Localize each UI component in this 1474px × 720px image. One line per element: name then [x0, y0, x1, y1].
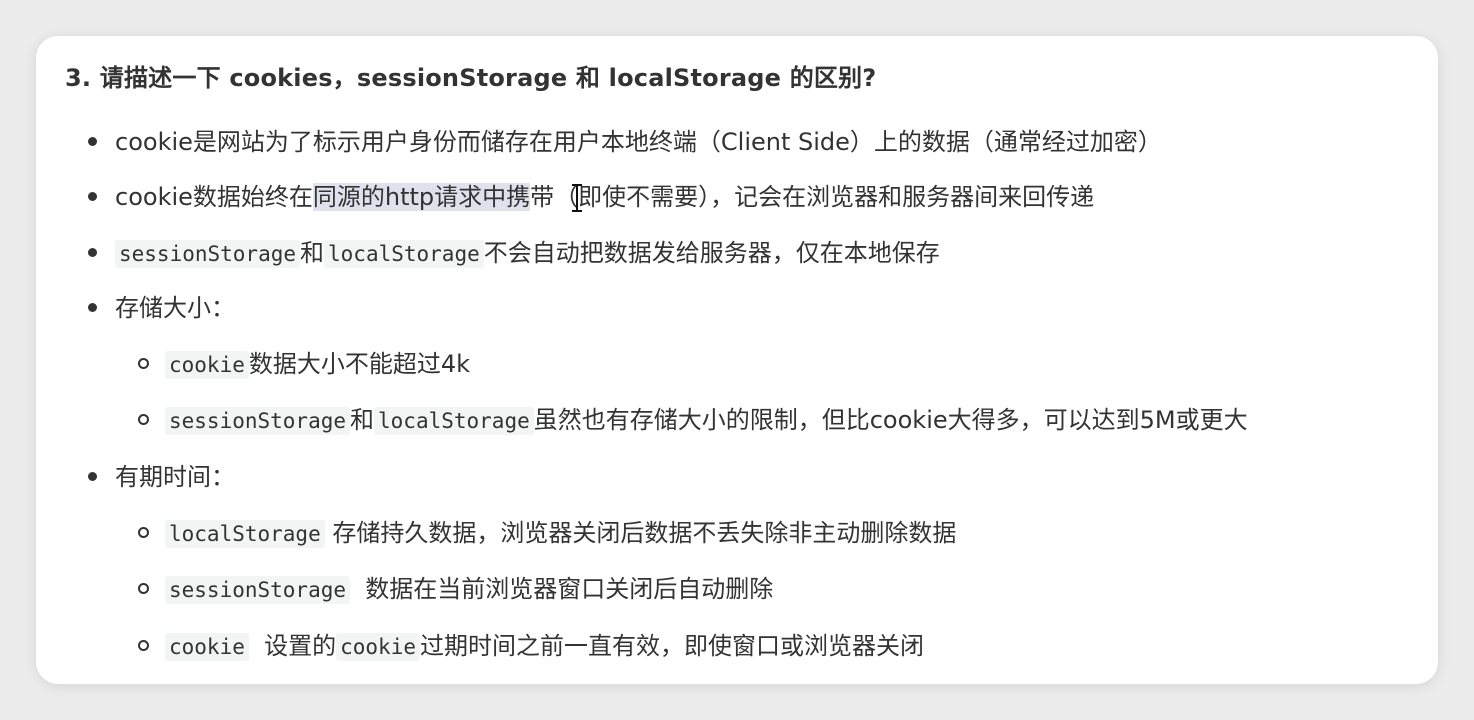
- item-text: 有期时间：: [115, 463, 235, 491]
- list-item-expiration: 有期时间：: [88, 459, 235, 495]
- item-text: 数据大小不能超过4k: [248, 350, 471, 378]
- inline-code: cookie: [165, 633, 249, 661]
- inline-code: cookie: [165, 351, 249, 379]
- inline-code: sessionStorage: [165, 407, 351, 435]
- item-text: 不会自动把数据发给服务器，仅在本地保存: [483, 239, 940, 267]
- circle-bullet-icon: [138, 640, 149, 651]
- item-text: 存储大小：: [115, 294, 235, 322]
- sub-item-cookie-expiry: cookie 设置的 cookie 过期时间之前一直有效，即使窗口或浏览器关闭: [138, 628, 924, 664]
- inline-code: cookie: [336, 633, 420, 661]
- item-text: 和: [350, 406, 375, 434]
- inline-code: sessionStorage: [115, 240, 301, 268]
- question-heading: 3. 请描述一下 cookies，sessionStorage 和 localS…: [65, 64, 877, 92]
- inline-code: localStorage: [165, 520, 325, 548]
- bullet-icon: [88, 192, 97, 201]
- list-item-storage-size: 存储大小：: [88, 290, 235, 326]
- text-cursor-icon: [572, 184, 582, 212]
- inline-code: sessionStorage: [165, 576, 351, 604]
- item-text: 存储持久数据，浏览器关闭后数据不丢失除非主动删除数据: [324, 519, 957, 547]
- sub-item-localstorage-expiry: localStorage 存储持久数据，浏览器关闭后数据不丢失除非主动删除数据: [138, 515, 957, 551]
- item-text: 虽然也有存储大小的限制，但比cookie大得多，可以达到5M或更大: [533, 406, 1248, 434]
- list-item-cookie-transfer: cookie数据始终在同源的http请求中携带（即使不需要），记会在浏览器和服务…: [88, 179, 1095, 215]
- list-item-storage-local: sessionStorage 和 localStorage 不会自动把数据发给服务器，…: [88, 235, 940, 271]
- bullet-icon: [88, 472, 97, 481]
- bullet-icon: [88, 137, 97, 146]
- sub-item-storage-size: sessionStorage 和 localStorage 虽然也有存储大小的限制，但…: [138, 402, 1248, 438]
- item-text: 带（即使不需要），记会在浏览器和服务器间来回传递: [530, 183, 1095, 211]
- bullet-icon: [88, 248, 97, 257]
- item-text: 数据在当前浏览器窗口关闭后自动删除: [350, 575, 774, 603]
- inline-code: localStorage: [324, 240, 484, 268]
- circle-bullet-icon: [138, 527, 149, 538]
- sub-item-cookie-size: cookie 数据大小不能超过4k: [138, 346, 471, 382]
- text-selection[interactable]: 同源的http请求中携: [312, 183, 531, 211]
- content-card: 3. 请描述一下 cookies，sessionStorage 和 localS…: [36, 36, 1438, 684]
- item-text: 设置的: [248, 632, 337, 660]
- list-item-cookie-definition: cookie是网站为了标示用户身份而储存在用户本地终端（Client Side）…: [88, 124, 1162, 160]
- circle-bullet-icon: [138, 583, 149, 594]
- circle-bullet-icon: [138, 358, 149, 369]
- item-text: cookie是网站为了标示用户身份而储存在用户本地终端（Client Side）…: [115, 128, 1162, 156]
- item-text: 过期时间之前一直有效，即使窗口或浏览器关闭: [419, 632, 924, 660]
- item-text: 和: [300, 239, 325, 267]
- item-text: cookie数据始终在: [115, 183, 313, 211]
- sub-item-sessionstorage-expiry: sessionStorage 数据在当前浏览器窗口关闭后自动删除: [138, 571, 774, 607]
- inline-code: localStorage: [374, 407, 534, 435]
- bullet-icon: [88, 303, 97, 312]
- circle-bullet-icon: [138, 414, 149, 425]
